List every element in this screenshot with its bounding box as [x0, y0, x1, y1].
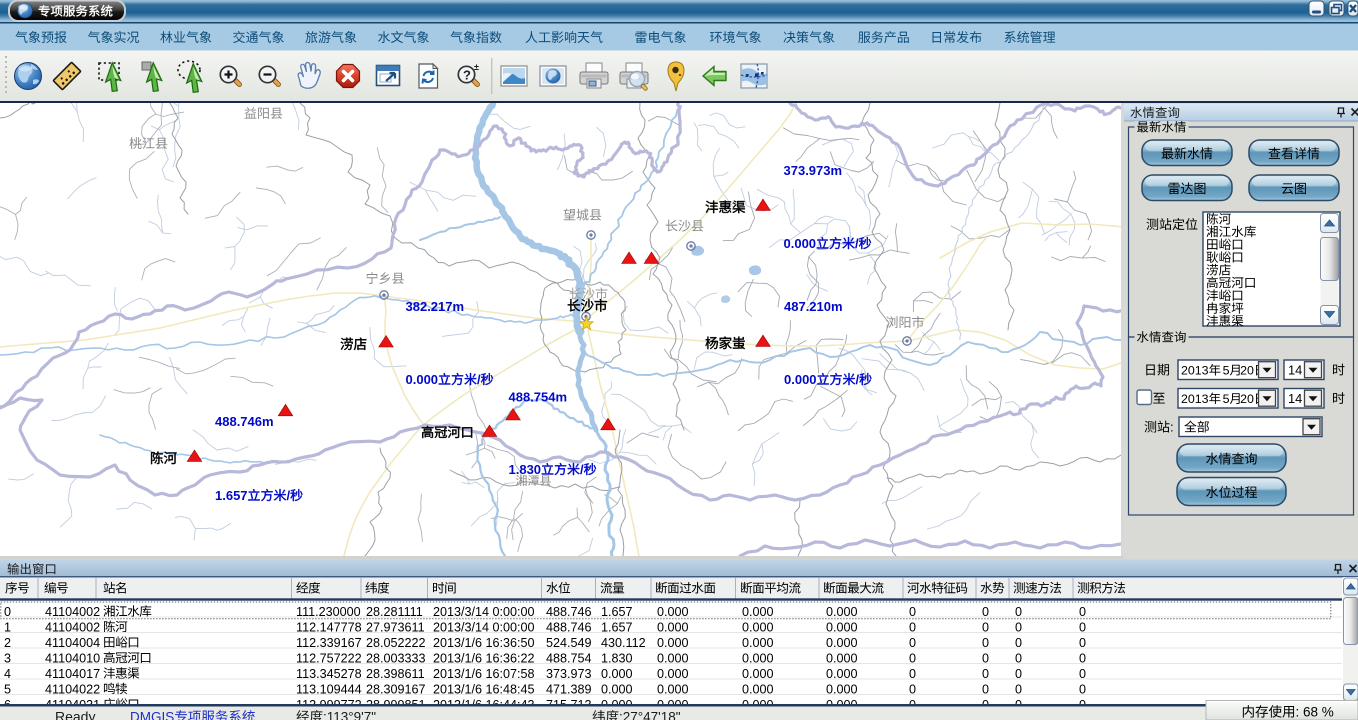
- svg-text:2013: 2013: [1181, 392, 1209, 406]
- svg-text:14: 14: [1288, 391, 1302, 406]
- svg-text:1.830: 1.830: [509, 462, 542, 477]
- svg-text:0: 0: [1015, 620, 1022, 634]
- svg-text:/: /: [855, 236, 859, 251]
- svg-text:0: 0: [1079, 667, 1086, 681]
- svg-text:20: 20: [1240, 364, 1254, 378]
- svg-text:0: 0: [1015, 667, 1022, 681]
- svg-text:DMGIS: DMGIS: [130, 710, 174, 720]
- svg-text:0: 0: [982, 682, 989, 696]
- svg-text:/: /: [287, 488, 291, 503]
- svg-text:0: 0: [982, 636, 989, 650]
- svg-text::27°47'18": :27°47'18": [619, 710, 681, 720]
- svg-text:0.000: 0.000: [826, 667, 858, 681]
- svg-text:0: 0: [1079, 620, 1086, 634]
- svg-text:0.000: 0.000: [657, 682, 689, 696]
- svg-text:1.657: 1.657: [215, 488, 248, 503]
- svg-text:±: ±: [474, 62, 479, 72]
- svg-text:0: 0: [909, 620, 916, 634]
- svg-text:373.973m: 373.973m: [784, 163, 843, 178]
- svg-text:Ready: Ready: [55, 709, 95, 720]
- svg-text:488.746m: 488.746m: [215, 414, 274, 429]
- svg-text:0: 0: [1015, 605, 1022, 619]
- svg-text:/: /: [856, 372, 860, 387]
- svg-text:0: 0: [909, 605, 916, 619]
- svg-text:0.000: 0.000: [406, 372, 439, 387]
- svg-text:0.000: 0.000: [826, 620, 858, 634]
- svg-text:0: 0: [982, 667, 989, 681]
- svg-text:0: 0: [1015, 651, 1022, 665]
- svg-text:0.000: 0.000: [742, 605, 774, 619]
- svg-text::113°9'7": :113°9'7": [323, 710, 376, 720]
- svg-text:487.210m: 487.210m: [784, 299, 843, 314]
- svg-text:14: 14: [1288, 363, 1302, 378]
- svg-text:5: 5: [1223, 392, 1230, 406]
- svg-text:0.000: 0.000: [742, 682, 774, 696]
- svg-text:488.754m: 488.754m: [509, 390, 568, 405]
- svg-text:0.000: 0.000: [826, 682, 858, 696]
- svg-text:0.000: 0.000: [657, 620, 689, 634]
- svg-text:0: 0: [1079, 651, 1086, 665]
- svg-text:0.000: 0.000: [826, 636, 858, 650]
- svg-text:0: 0: [1079, 636, 1086, 650]
- svg-text:0: 0: [982, 605, 989, 619]
- svg-text:0: 0: [1079, 605, 1086, 619]
- svg-text:5: 5: [1223, 364, 1230, 378]
- svg-text:0.000: 0.000: [826, 605, 858, 619]
- svg-text:0.000: 0.000: [742, 651, 774, 665]
- svg-text:0.000: 0.000: [657, 667, 689, 681]
- svg-text:0: 0: [909, 667, 916, 681]
- svg-text:0: 0: [909, 636, 916, 650]
- svg-text:/: /: [477, 372, 481, 387]
- svg-text:20: 20: [1240, 392, 1254, 406]
- svg-text:0: 0: [909, 651, 916, 665]
- svg-text:0.000: 0.000: [742, 636, 774, 650]
- svg-text:0: 0: [982, 651, 989, 665]
- svg-text:0.000: 0.000: [657, 636, 689, 650]
- svg-text:?: ?: [463, 68, 471, 83]
- svg-text:0.000: 0.000: [826, 651, 858, 665]
- svg-text:0.000: 0.000: [742, 667, 774, 681]
- svg-text:: 68 %: : 68 %: [1296, 705, 1334, 720]
- svg-text:/: /: [580, 462, 584, 477]
- svg-text:0: 0: [1079, 682, 1086, 696]
- svg-text:0.000: 0.000: [657, 605, 689, 619]
- svg-text:0.000: 0.000: [784, 372, 817, 387]
- svg-text:0: 0: [909, 682, 916, 696]
- svg-text:382.217m: 382.217m: [406, 299, 465, 314]
- svg-text:0: 0: [982, 620, 989, 634]
- svg-text:2013: 2013: [1181, 364, 1209, 378]
- svg-text:0.000: 0.000: [657, 651, 689, 665]
- svg-text:0: 0: [1015, 682, 1022, 696]
- svg-text::: :: [1170, 420, 1174, 435]
- svg-text:0.000: 0.000: [742, 620, 774, 634]
- svg-text:0: 0: [1015, 636, 1022, 650]
- svg-text:0.000: 0.000: [784, 236, 817, 251]
